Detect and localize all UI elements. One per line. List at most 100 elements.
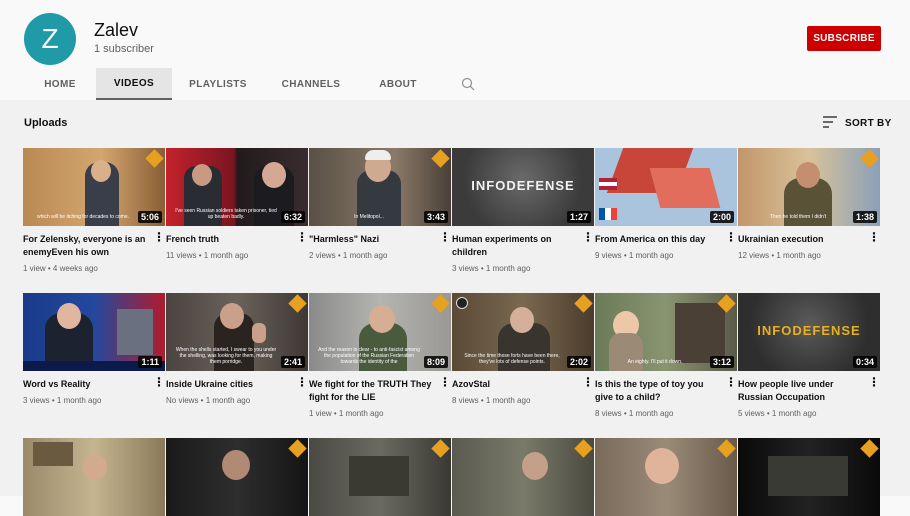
infodefense-logo: INFODEFENSE	[471, 178, 575, 193]
infodefense-logo: INFODEFENSE	[757, 323, 861, 338]
video-thumbnail[interactable]: 2:00	[595, 148, 737, 226]
video-duration: 1:11	[138, 356, 162, 368]
more-options-icon[interactable]: ⋮	[868, 231, 880, 243]
video-card[interactable]: INFODEFENSE 0:34 How people live under R…	[738, 293, 880, 418]
video-thumbnail[interactable]: An eighty. I'll put it down. 3:12	[595, 293, 737, 371]
video-stats: No views • 1 month ago	[166, 396, 251, 405]
video-thumbnail[interactable]	[738, 438, 880, 516]
video-stats: 1 view • 4 weeks ago	[23, 264, 98, 273]
video-title[interactable]: Word vs Reality	[23, 378, 165, 391]
more-options-icon[interactable]: ⋮	[725, 376, 737, 388]
more-options-icon[interactable]: ⋮	[153, 376, 165, 388]
video-title[interactable]: Inside Ukraine cities	[166, 378, 308, 391]
video-card[interactable]: When the shells started, I swear to you …	[166, 293, 308, 405]
tab-channels[interactable]: CHANNELS	[264, 68, 358, 100]
video-thumbnail[interactable]	[23, 438, 165, 516]
video-card[interactable]: And the reason is clear - to anti-fascis…	[309, 293, 451, 418]
video-duration: 2:41	[280, 356, 305, 368]
video-card[interactable]: INFODEFENSE 1:27 Human experiments on ch…	[452, 148, 594, 273]
video-card[interactable]	[595, 438, 737, 516]
video-card[interactable]: 1:11 Word vs Reality 3 views • 1 month a…	[23, 293, 165, 405]
search-icon[interactable]	[438, 68, 498, 100]
video-duration: 2:02	[566, 356, 591, 368]
video-card[interactable]	[738, 438, 880, 516]
subscriber-count: 1 subscriber	[94, 43, 154, 55]
video-card[interactable]: 2:00 From America on this day 9 views • …	[595, 148, 737, 260]
video-stats: 8 views • 1 month ago	[595, 409, 674, 418]
video-stats: 9 views • 1 month ago	[595, 251, 674, 260]
video-card[interactable]	[309, 438, 451, 516]
video-thumbnail[interactable]: INFODEFENSE 0:34	[738, 293, 880, 371]
more-options-icon[interactable]: ⋮	[439, 231, 451, 243]
video-thumbnail[interactable]: I've seen Russian soldiers taken prisone…	[166, 148, 308, 226]
channel-badge-icon	[574, 439, 593, 458]
tab-home[interactable]: HOME	[24, 68, 96, 100]
video-card[interactable]: Since the time those forts have been the…	[452, 293, 594, 405]
video-duration: 8:09	[423, 356, 448, 368]
channel-tabs: HOME VIDEOS PLAYLISTS CHANNELS ABOUT	[24, 68, 498, 100]
more-options-icon[interactable]: ⋮	[582, 231, 594, 243]
video-title[interactable]: Ukrainian execution	[738, 233, 880, 246]
video-thumbnail[interactable]: In Melitopol... 3:43	[309, 148, 451, 226]
sort-icon	[823, 116, 837, 131]
video-title[interactable]: AzovStal	[452, 378, 594, 391]
video-stats: 8 views • 1 month ago	[452, 396, 531, 405]
video-card[interactable]	[452, 438, 594, 516]
subscribe-button[interactable]: SUBSCRIBE	[807, 26, 881, 51]
video-thumbnail[interactable]: Then he told them I didn't 1:38	[738, 148, 880, 226]
more-options-icon[interactable]: ⋮	[296, 231, 308, 243]
channel-avatar[interactable]: Z	[24, 13, 76, 65]
sort-by-label: SORT BY	[845, 118, 892, 129]
video-duration: 3:43	[423, 211, 448, 223]
video-title[interactable]: Is this the type of toy you give to a ch…	[595, 378, 737, 404]
video-thumbnail[interactable]: INFODEFENSE 1:27	[452, 148, 594, 226]
thumbnail-caption: In Melitopol...	[354, 214, 384, 220]
channel-badge-icon	[717, 439, 736, 458]
thumbnail-caption: Then he told them I didn't	[769, 214, 827, 220]
video-card[interactable]: An eighty. I'll put it down. 3:12 Is thi…	[595, 293, 737, 418]
sort-by-button[interactable]: SORT BY	[823, 116, 892, 131]
video-duration: 1:27	[566, 211, 591, 223]
video-thumbnail[interactable]	[452, 438, 594, 516]
thumbnail-caption: which will be itching for decades to com…	[37, 214, 129, 220]
video-title[interactable]: French truth	[166, 233, 308, 246]
video-duration: 6:32	[280, 211, 305, 223]
video-thumbnail[interactable]: Since the time those forts have been the…	[452, 293, 594, 371]
video-title[interactable]: We fight for the TRUTH They fight for th…	[309, 378, 451, 404]
video-thumbnail[interactable]	[166, 438, 308, 516]
video-title[interactable]: For Zelensky, everyone is an enemyEven h…	[23, 233, 165, 259]
video-thumbnail[interactable]: which will be itching for decades to com…	[23, 148, 165, 226]
video-title[interactable]: From America on this day	[595, 233, 737, 246]
video-title[interactable]: "Harmless" Nazi	[309, 233, 451, 246]
more-options-icon[interactable]: ⋮	[439, 376, 451, 388]
tab-about[interactable]: ABOUT	[358, 68, 438, 100]
video-duration: 0:34	[852, 356, 877, 368]
channel-name: Zalev	[94, 20, 139, 40]
video-thumbnail[interactable]: When the shells started, I swear to you …	[166, 293, 308, 371]
more-options-icon[interactable]: ⋮	[582, 376, 594, 388]
tab-videos[interactable]: VIDEOS	[96, 68, 172, 100]
video-thumbnail[interactable]: 1:11	[23, 293, 165, 371]
video-stats: 2 views • 1 month ago	[309, 251, 388, 260]
video-card[interactable]: In Melitopol... 3:43 "Harmless" Nazi 2 v…	[309, 148, 451, 260]
more-options-icon[interactable]: ⋮	[153, 231, 165, 243]
more-options-icon[interactable]: ⋮	[725, 231, 737, 243]
video-card[interactable]	[166, 438, 308, 516]
channel-badge-icon	[431, 294, 450, 313]
channel-badge-icon	[431, 439, 450, 458]
video-card[interactable]	[23, 438, 165, 516]
tab-playlists[interactable]: PLAYLISTS	[172, 68, 264, 100]
video-title[interactable]: How people live under Russian Occupation	[738, 378, 880, 404]
video-thumbnail[interactable]: And the reason is clear - to anti-fascis…	[309, 293, 451, 371]
video-card[interactable]: Then he told them I didn't 1:38 Ukrainia…	[738, 148, 880, 260]
video-card[interactable]: I've seen Russian soldiers taken prisone…	[166, 148, 308, 260]
more-options-icon[interactable]: ⋮	[296, 376, 308, 388]
video-title[interactable]: Human experiments on children	[452, 233, 594, 259]
section-title: Uploads	[24, 117, 68, 129]
channel-header: Z Zalev 1 subscriber SUBSCRIBE HOME VIDE…	[0, 0, 910, 100]
video-thumbnail[interactable]	[595, 438, 737, 516]
video-card[interactable]: which will be itching for decades to com…	[23, 148, 165, 273]
video-thumbnail[interactable]	[309, 438, 451, 516]
videos-content: Uploads SORT BY which will be itching fo…	[0, 100, 910, 516]
more-options-icon[interactable]: ⋮	[868, 376, 880, 388]
